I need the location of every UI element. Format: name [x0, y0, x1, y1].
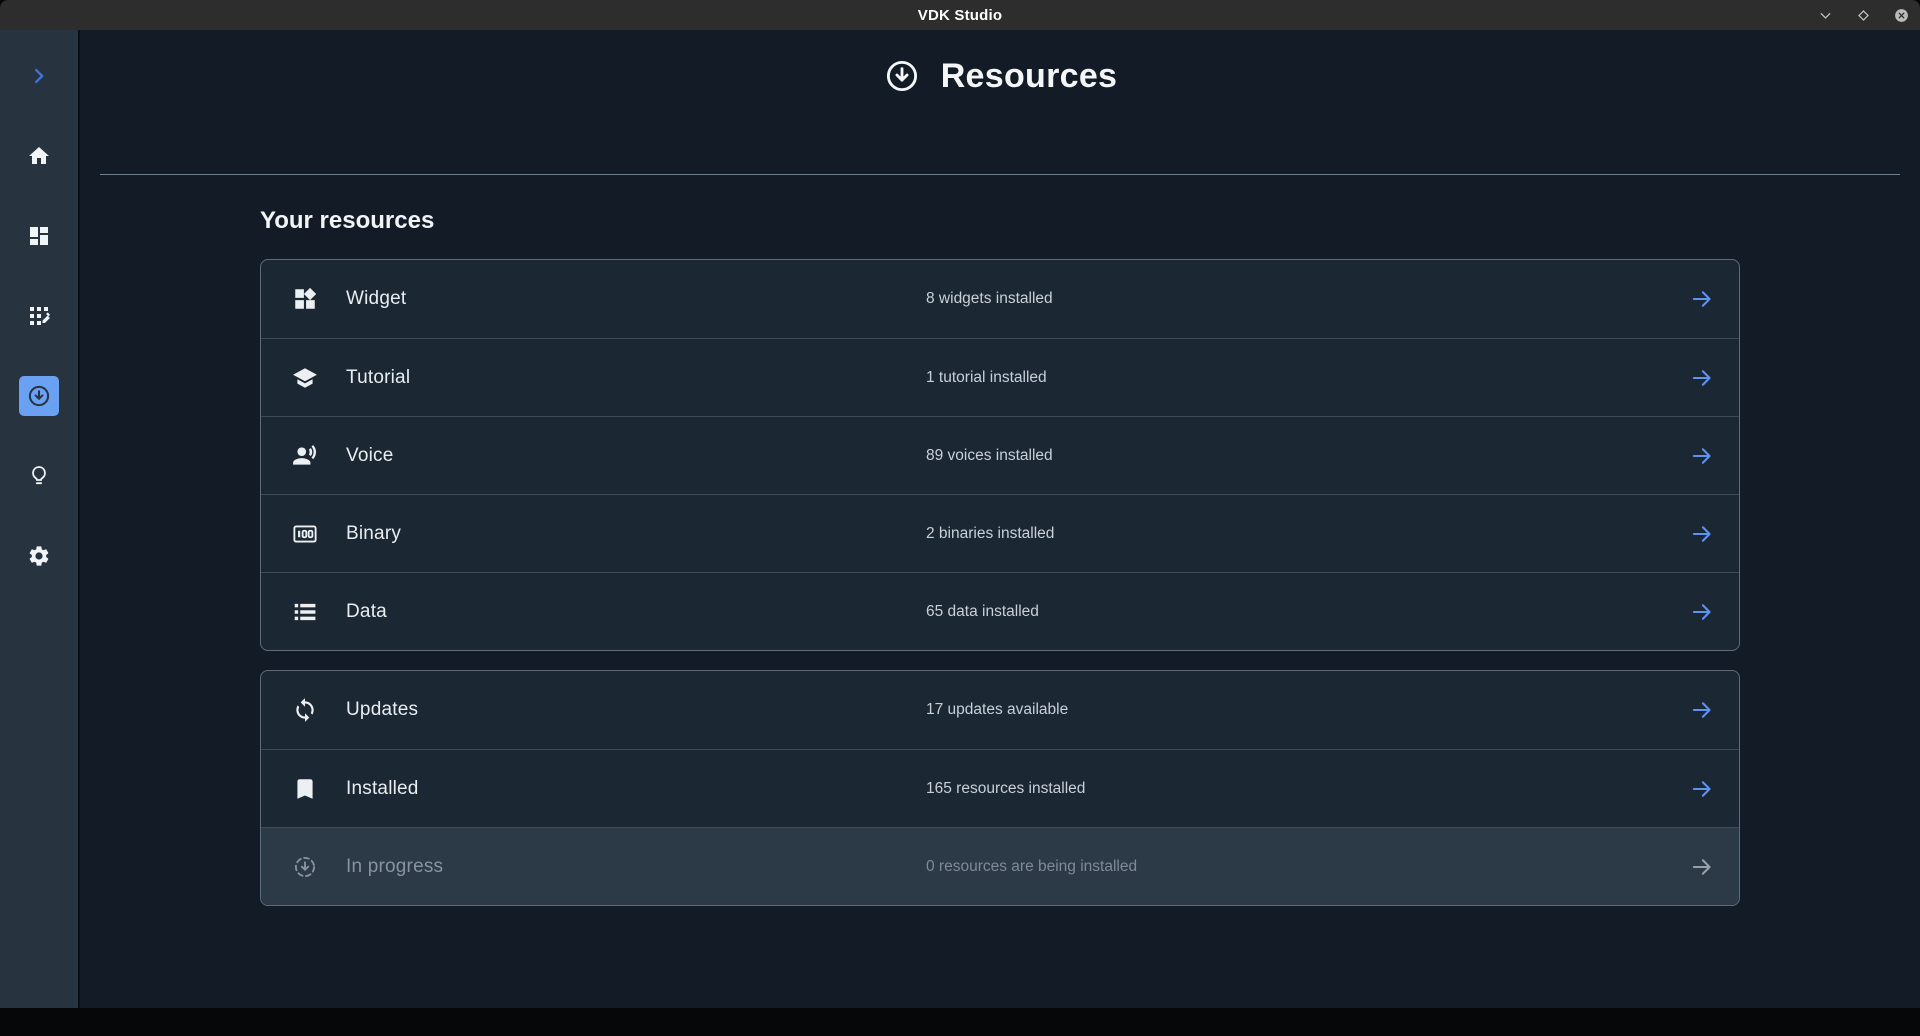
arrow-right-icon: [1689, 697, 1715, 723]
arrow-right-icon: [1689, 854, 1715, 880]
row-status: 89 voices installed: [926, 447, 1053, 465]
sidebar-item-editor[interactable]: [0, 276, 79, 356]
sidebar: [0, 30, 80, 1008]
row-label: Data: [346, 601, 387, 623]
app-registration-icon: [27, 304, 51, 328]
minimize-button[interactable]: [1817, 7, 1834, 24]
section-heading: Your resources: [260, 207, 1740, 235]
arrow-right-icon: [1689, 521, 1715, 547]
row-data[interactable]: Data 65 data installed: [261, 572, 1739, 650]
arrow-right-icon: [1689, 776, 1715, 802]
maximize-button[interactable]: [1855, 7, 1872, 24]
row-status: 8 widgets installed: [926, 290, 1053, 308]
graduation-cap-icon: [292, 365, 318, 391]
page-header: Resources: [80, 48, 1920, 104]
resources-card: Widget 8 widgets installed Tutorial 1 tu…: [260, 259, 1740, 651]
window-title: VDK Studio: [918, 7, 1003, 24]
row-label: In progress: [346, 856, 443, 878]
binary-box-icon: [292, 521, 318, 547]
row-tutorial[interactable]: Tutorial 1 tutorial installed: [261, 338, 1739, 416]
sidebar-item-tips[interactable]: [0, 436, 79, 516]
activity-card: Updates 17 updates available Installed 1…: [260, 670, 1740, 906]
page-title: Resources: [941, 57, 1118, 96]
arrow-circle-down-icon: [26, 383, 52, 409]
diamond-icon: [1859, 10, 1868, 19]
sidebar-item-settings[interactable]: [0, 516, 79, 596]
row-label: Widget: [346, 288, 406, 310]
bookmark-icon: [292, 776, 318, 802]
row-in-progress[interactable]: In progress 0 resources are being instal…: [261, 827, 1739, 905]
downloading-icon: [292, 854, 318, 880]
dashboard-icon: [27, 224, 51, 248]
sidebar-item-resources[interactable]: [0, 356, 79, 436]
bottom-strip: [0, 1008, 1920, 1036]
row-status: 1 tutorial installed: [926, 369, 1047, 387]
row-status: 165 resources installed: [926, 780, 1085, 798]
row-updates[interactable]: Updates 17 updates available: [261, 671, 1739, 749]
sidebar-expand-button[interactable]: [0, 36, 79, 116]
titlebar: VDK Studio: [0, 0, 1920, 30]
sidebar-item-dashboard[interactable]: [0, 196, 79, 276]
row-label: Binary: [346, 523, 401, 545]
arrow-right-icon: [1689, 286, 1715, 312]
row-label: Updates: [346, 699, 418, 721]
row-status: 17 updates available: [926, 701, 1068, 719]
app-window: Resources Your resources Widget 8 widget…: [0, 30, 1920, 1008]
row-voice[interactable]: Voice 89 voices installed: [261, 416, 1739, 494]
arrow-right-icon: [1689, 599, 1715, 625]
home-icon: [27, 144, 51, 168]
close-circle-icon: [1893, 7, 1910, 24]
sync-icon: [292, 697, 318, 723]
arrow-right-icon: [1689, 365, 1715, 391]
row-label: Voice: [346, 445, 393, 467]
sidebar-item-home[interactable]: [0, 116, 79, 196]
row-widget[interactable]: Widget 8 widgets installed: [261, 260, 1739, 338]
chevron-down-icon: [1821, 13, 1830, 17]
row-label: Installed: [346, 778, 419, 800]
main-content: Resources Your resources Widget 8 widget…: [80, 30, 1920, 1008]
header-divider: [100, 174, 1900, 175]
lightbulb-icon: [27, 464, 51, 488]
row-installed[interactable]: Installed 165 resources installed: [261, 749, 1739, 827]
widgets-icon: [292, 286, 318, 312]
storage-icon: [292, 599, 318, 625]
arrow-circle-down-icon: [883, 57, 921, 95]
window-controls: [1817, 0, 1910, 30]
close-button[interactable]: [1893, 7, 1910, 24]
row-status: 0 resources are being installed: [926, 858, 1137, 876]
row-status: 65 data installed: [926, 603, 1039, 621]
sidebar-active-highlight: [19, 376, 59, 416]
row-status: 2 binaries installed: [926, 525, 1054, 543]
row-label: Tutorial: [346, 367, 410, 389]
voice-over-icon: [292, 443, 318, 469]
chevron-right-icon: [28, 65, 50, 87]
arrow-right-icon: [1689, 443, 1715, 469]
row-binary[interactable]: Binary 2 binaries installed: [261, 494, 1739, 572]
gear-icon: [27, 544, 51, 568]
